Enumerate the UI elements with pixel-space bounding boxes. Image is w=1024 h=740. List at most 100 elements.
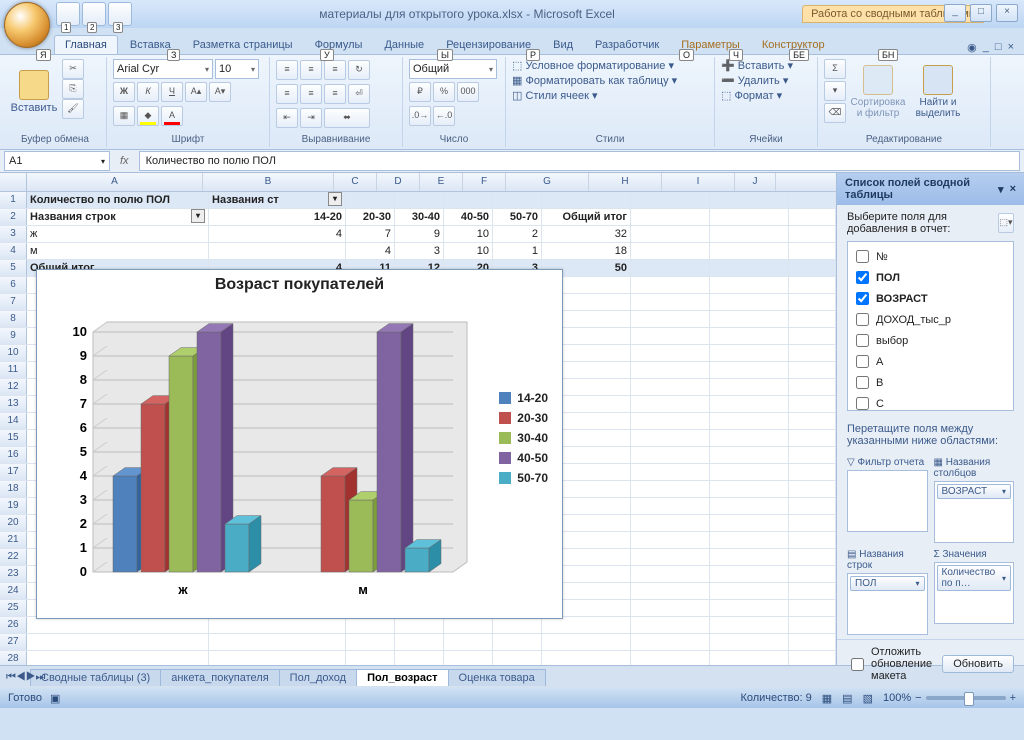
cell[interactable]: 1 xyxy=(493,243,542,259)
office-button[interactable] xyxy=(4,2,50,48)
cell[interactable] xyxy=(346,617,395,633)
cell[interactable] xyxy=(493,617,542,633)
cell[interactable] xyxy=(710,532,789,548)
cell[interactable] xyxy=(631,243,710,259)
cell[interactable] xyxy=(209,651,346,665)
worksheet[interactable]: ABCDEFGHIJ 1Количество по полю ПОЛНазван… xyxy=(0,173,836,665)
cell[interactable] xyxy=(631,651,710,665)
cell[interactable] xyxy=(710,566,789,582)
cell[interactable] xyxy=(710,226,789,242)
font-color-icon[interactable]: A xyxy=(161,106,183,126)
borders-icon[interactable]: ▦ xyxy=(113,106,135,126)
cell[interactable] xyxy=(631,226,710,242)
row-header[interactable]: 15 xyxy=(0,430,27,446)
cell[interactable] xyxy=(710,617,789,633)
cell[interactable] xyxy=(710,209,789,225)
underline-button[interactable]: Ч xyxy=(161,82,183,102)
field-item[interactable]: ВОЗРАСТ xyxy=(852,288,1009,309)
cell[interactable] xyxy=(542,634,631,650)
cell[interactable] xyxy=(493,192,542,208)
embedded-chart[interactable]: Возраст покупателей 012345678910жм 14-20… xyxy=(36,269,563,619)
cell[interactable] xyxy=(789,209,836,225)
area-report-filter[interactable] xyxy=(847,470,928,532)
cell[interactable]: 40-50 xyxy=(444,209,493,225)
row-header[interactable]: 25 xyxy=(0,600,27,616)
cell[interactable] xyxy=(631,192,710,208)
fill-color-icon[interactable]: ◆ xyxy=(137,106,159,126)
col-header[interactable]: F xyxy=(463,173,506,191)
row-header[interactable]: 23 xyxy=(0,566,27,582)
cell[interactable] xyxy=(631,600,710,616)
cell[interactable]: Названия строк▾ xyxy=(27,209,209,225)
cell[interactable] xyxy=(710,311,789,327)
sheet-tab[interactable]: анкета_покупателя xyxy=(160,669,279,686)
cell[interactable] xyxy=(631,464,710,480)
col-header[interactable]: J xyxy=(735,173,776,191)
sheet-tab[interactable]: Пол_возраст xyxy=(356,669,448,686)
cell[interactable] xyxy=(444,634,493,650)
fx-icon[interactable]: fx xyxy=(114,155,135,167)
currency-icon[interactable]: ₽ xyxy=(409,82,431,102)
cell[interactable] xyxy=(209,243,346,259)
cell[interactable] xyxy=(631,583,710,599)
cell[interactable] xyxy=(789,549,836,565)
font-name-combo[interactable]: Arial Cyr▾ xyxy=(113,59,213,79)
cell[interactable] xyxy=(493,634,542,650)
cell[interactable]: Количество по полю ПОЛ xyxy=(27,192,209,208)
copy-icon[interactable]: ⎘ xyxy=(62,79,84,99)
col-header[interactable]: E xyxy=(420,173,463,191)
insert-cells-button[interactable]: ➕ Вставить ▾ xyxy=(721,59,793,72)
cell[interactable] xyxy=(631,260,710,276)
wrap-text-icon[interactable]: ⏎ xyxy=(348,84,370,104)
tab-insert[interactable]: Вставка xyxy=(120,36,181,54)
cell[interactable] xyxy=(27,617,209,633)
row-header[interactable]: 26 xyxy=(0,617,27,633)
delete-cells-button[interactable]: ➖ Удалить ▾ xyxy=(721,74,788,87)
cell[interactable] xyxy=(631,515,710,531)
cell[interactable] xyxy=(710,345,789,361)
increase-indent-icon[interactable]: ⇥ xyxy=(300,108,322,128)
conditional-formatting-button[interactable]: ⬚ Условное форматирование ▾ xyxy=(512,59,674,72)
row-header[interactable]: 7 xyxy=(0,294,27,310)
sort-filter-button[interactable]: Сортировка и фильтр xyxy=(850,59,906,125)
cell[interactable] xyxy=(710,583,789,599)
zoom-out-icon[interactable]: − xyxy=(915,692,921,704)
cell[interactable] xyxy=(710,651,789,665)
maximize-button[interactable]: □ xyxy=(970,4,992,22)
align-left-icon[interactable]: ≡ xyxy=(276,84,298,104)
cell[interactable]: 3 xyxy=(395,243,444,259)
tab-nav-icons[interactable]: ⏮◀▶⏭ xyxy=(6,671,45,684)
area-column-labels[interactable]: ВОЗРАСТ▾ xyxy=(934,481,1015,543)
cell[interactable] xyxy=(789,464,836,480)
view-normal-icon[interactable]: ▦ xyxy=(822,692,832,705)
cell[interactable] xyxy=(710,515,789,531)
cell[interactable]: 18 xyxy=(542,243,631,259)
cell[interactable]: 14-20 xyxy=(209,209,346,225)
cell[interactable] xyxy=(346,192,395,208)
cell[interactable] xyxy=(631,447,710,463)
row-header[interactable]: 16 xyxy=(0,447,27,463)
minimize-ribbon-icon[interactable]: _ xyxy=(983,41,989,54)
fill-icon[interactable]: ▾ xyxy=(824,81,846,101)
increase-decimal-icon[interactable]: .0→ xyxy=(409,106,431,126)
sheet-tab[interactable]: Пол_доход xyxy=(279,669,357,686)
col-header[interactable]: A xyxy=(27,173,203,191)
cell[interactable] xyxy=(395,651,444,665)
bold-button[interactable]: Ж xyxy=(113,82,135,102)
cell[interactable] xyxy=(710,447,789,463)
row-header[interactable]: 20 xyxy=(0,515,27,531)
align-middle-icon[interactable]: ≡ xyxy=(300,60,322,80)
decrease-decimal-icon[interactable]: ←.0 xyxy=(433,106,455,126)
col-header[interactable]: I xyxy=(662,173,735,191)
chip-count[interactable]: Количество по п…▾ xyxy=(937,565,1012,591)
row-header[interactable]: 10 xyxy=(0,345,27,361)
cut-icon[interactable]: ✂ xyxy=(62,59,84,79)
row-header[interactable]: 27 xyxy=(0,634,27,650)
view-layout-icon[interactable]: ▤ xyxy=(842,692,852,705)
cell[interactable] xyxy=(631,311,710,327)
area-values[interactable]: Количество по п…▾ xyxy=(934,562,1015,624)
cell[interactable] xyxy=(395,192,444,208)
col-header[interactable]: C xyxy=(334,173,377,191)
sheet-tab[interactable]: Оценка товара xyxy=(448,669,546,686)
autosum-icon[interactable]: Σ xyxy=(824,59,846,79)
